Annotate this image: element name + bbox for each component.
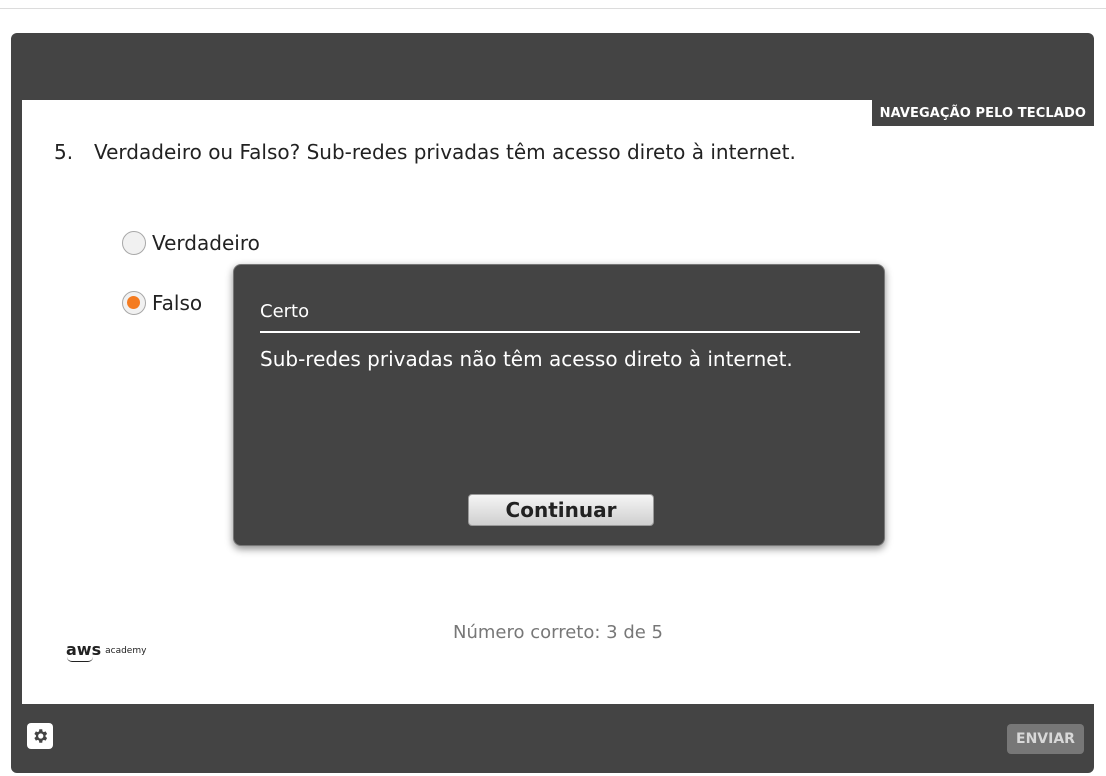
feedback-divider xyxy=(260,331,860,333)
settings-button[interactable] xyxy=(27,723,53,749)
feedback-message: Sub-redes privadas não têm acesso direto… xyxy=(260,347,793,371)
option-label: Verdadeiro xyxy=(152,231,260,255)
question-number: 5. xyxy=(54,140,74,164)
feedback-dialog: Certo Sub-redes privadas não têm acesso … xyxy=(233,264,885,546)
keyboard-navigation-button[interactable]: NAVEGAÇÃO PELO TECLADO xyxy=(871,100,1094,126)
feedback-title: Certo xyxy=(260,301,310,322)
gear-icon xyxy=(34,729,48,743)
question-text: Verdadeiro ou Falso? Sub-redes privadas … xyxy=(94,140,796,164)
top-divider xyxy=(0,8,1106,9)
radio-checked-icon[interactable] xyxy=(122,291,146,315)
submit-button[interactable]: ENVIAR xyxy=(1007,724,1084,754)
score-text: Número correto: 3 de 5 xyxy=(453,622,663,643)
option-label: Falso xyxy=(152,291,203,315)
option-verdadeiro[interactable]: Verdadeiro xyxy=(122,231,260,255)
continue-button[interactable]: Continuar xyxy=(468,494,654,526)
option-falso[interactable]: Falso xyxy=(122,291,202,315)
logo-product: academy xyxy=(105,646,147,656)
radio-unchecked-icon[interactable] xyxy=(122,231,146,255)
